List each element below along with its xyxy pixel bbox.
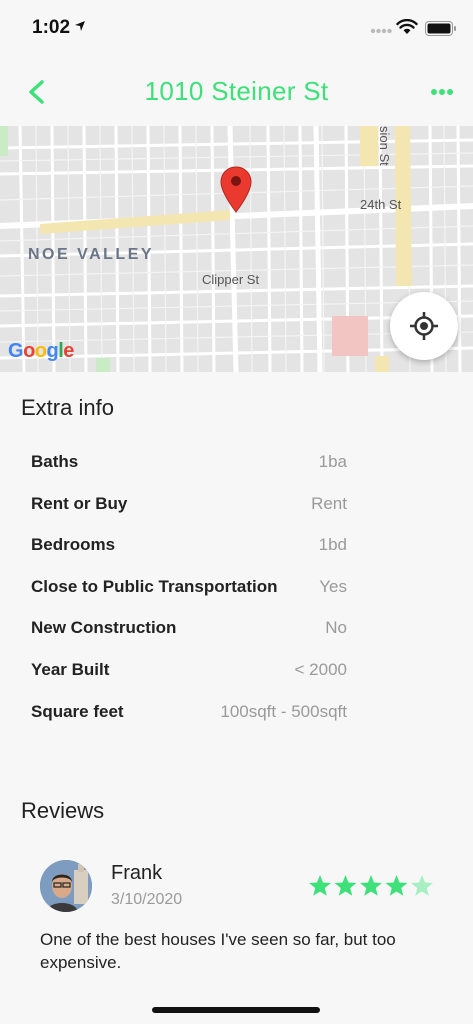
- info-row: Square feet 100sqft - 500sqft: [31, 702, 347, 726]
- info-value: Rent: [311, 494, 347, 513]
- info-value: 1bd: [318, 535, 347, 554]
- info-value: 1ba: [318, 452, 347, 471]
- info-label: Square feet: [31, 702, 124, 721]
- reviews-heading: Reviews: [21, 798, 105, 823]
- rating-stars: [309, 875, 433, 896]
- review-date: 3/10/2020: [111, 891, 183, 908]
- battery-icon: [425, 21, 456, 36]
- more-dots-icon: [431, 89, 453, 95]
- home-indicator[interactable]: [152, 1007, 320, 1013]
- info-row: Baths 1ba: [31, 452, 347, 476]
- info-row: Rent or Buy Rent: [31, 494, 347, 518]
- star-filled-icon: [309, 875, 331, 896]
- crosshair-icon: [410, 312, 438, 340]
- status-time: 1:02: [32, 17, 71, 38]
- info-value: 100sqft - 500sqft: [220, 702, 347, 721]
- info-label: Close to Public Transportation: [31, 577, 278, 596]
- info-row: New Construction No: [31, 618, 347, 642]
- map-street-label: 24th St: [360, 197, 402, 212]
- info-label: Rent or Buy: [31, 494, 128, 513]
- reviewer-name: Frank: [111, 862, 163, 884]
- info-row: Year Built < 2000: [31, 660, 347, 684]
- wifi-icon: [396, 19, 418, 34]
- my-location-button[interactable]: [390, 292, 458, 360]
- location-arrow-icon: [75, 21, 85, 31]
- info-value: No: [325, 618, 347, 637]
- star-empty-icon: [411, 875, 433, 896]
- info-label: Bedrooms: [31, 535, 116, 554]
- info-label: Baths: [31, 452, 79, 471]
- map-pin-icon[interactable]: [220, 166, 252, 214]
- map-street-label: sion St: [377, 126, 392, 166]
- more-options-button[interactable]: [424, 80, 460, 104]
- star-filled-icon: [385, 875, 408, 896]
- signal-icon: [370, 28, 392, 34]
- map-neighborhood-label: NOE VALLEY: [28, 246, 155, 263]
- google-logo: Google: [8, 340, 74, 362]
- extra-info-heading: Extra info: [21, 395, 114, 420]
- review-text: One of the best houses I've seen so far,…: [40, 930, 396, 972]
- info-row: Bedrooms 1bd: [31, 535, 347, 559]
- nav-bar: 1010 Steiner St: [0, 60, 473, 124]
- info-row: Close to Public Transportation Yes: [31, 577, 347, 601]
- map-street-label: Clipper St: [202, 272, 260, 287]
- avatar[interactable]: [40, 860, 92, 912]
- avatar-image: [40, 860, 92, 912]
- star-filled-icon: [360, 875, 382, 896]
- info-label: New Construction: [31, 618, 177, 637]
- page-title: 1010 Steiner St: [144, 76, 329, 106]
- info-label: Year Built: [31, 660, 110, 679]
- info-value: Yes: [319, 577, 347, 596]
- info-value: < 2000: [294, 660, 347, 679]
- status-bar: 1:02: [0, 0, 473, 56]
- star-filled-icon: [334, 875, 357, 896]
